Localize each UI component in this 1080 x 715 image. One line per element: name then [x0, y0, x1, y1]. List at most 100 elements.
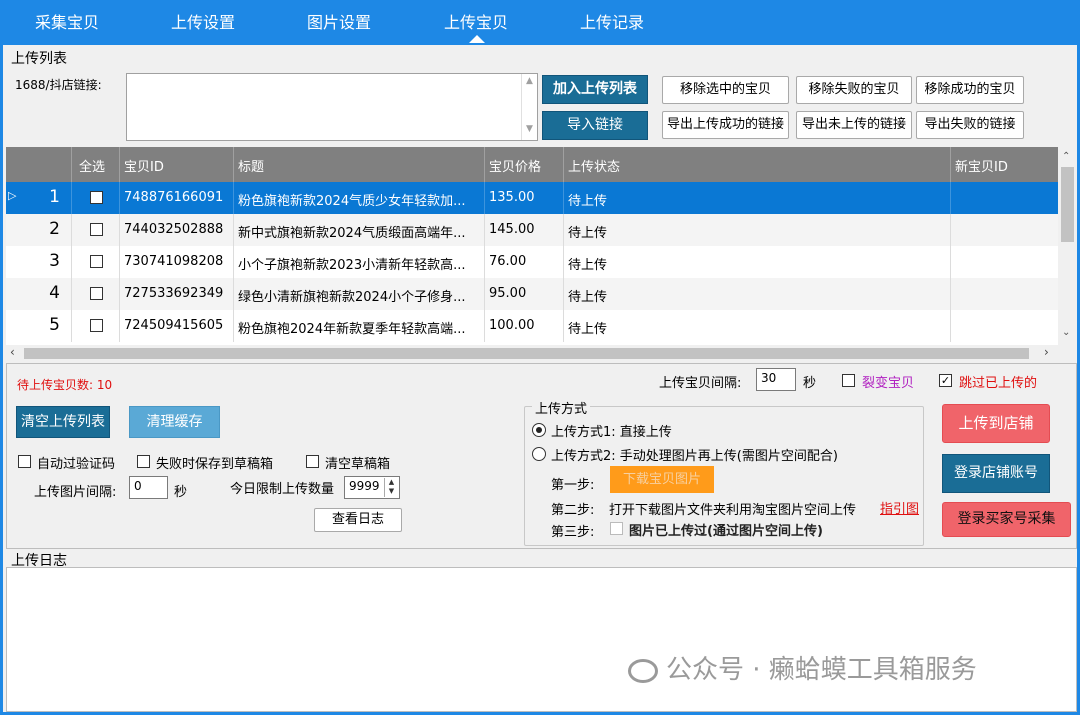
row-checkbox[interactable] [90, 223, 103, 236]
row-status: 待上传 [568, 322, 608, 337]
daily-limit-input[interactable]: 9999 ▲ ▼ [344, 476, 400, 499]
table-vertical-scrollbar[interactable]: ⌃ ⌄ [1058, 147, 1077, 345]
row-checkbox[interactable] [90, 191, 103, 204]
row-price: 76.00 [489, 254, 527, 269]
remove-success-button[interactable]: 移除成功的宝贝 [916, 76, 1024, 104]
col-new-id[interactable]: 新宝贝ID [955, 156, 1008, 175]
tab-image-settings[interactable]: 图片设置 [307, 9, 371, 33]
row-checkbox[interactable] [90, 287, 103, 300]
row-checkbox[interactable] [90, 319, 103, 332]
remove-selected-button[interactable]: 移除选中的宝贝 [662, 76, 789, 104]
row-status: 待上传 [568, 290, 608, 305]
interval-input[interactable]: 30 [756, 368, 796, 391]
scroll-right-icon[interactable]: › [1044, 345, 1049, 359]
table-row[interactable]: 3 730741098208 小个子旗袍新款2023小清新年轻款高... 76.00 待… [6, 246, 1058, 278]
col-status[interactable]: 上传状态 [568, 156, 620, 175]
row-status: 待上传 [568, 258, 608, 273]
step3-checkbox[interactable] [610, 522, 623, 535]
login-buyer-button[interactable]: 登录买家号采集 [942, 502, 1071, 537]
row-price: 135.00 [489, 190, 535, 205]
mode1-label: 上传方式1: 直接上传 [551, 425, 672, 440]
active-tab-indicator [469, 35, 485, 43]
save-draft-checkbox[interactable] [137, 455, 150, 468]
view-log-button[interactable]: 查看日志 [314, 508, 402, 532]
col-select-all[interactable]: 全选 [79, 156, 105, 175]
row-number: 2 [49, 219, 60, 239]
table-row[interactable]: 2 744032502888 新中式旗袍新款2024气质缎面高端年... 145.00… [6, 214, 1058, 246]
table-row[interactable]: ▷ 1 748876166091 粉色旗袍新款2024气质少女年轻款加... 135.0… [6, 182, 1058, 214]
table-horizontal-scrollbar[interactable]: ‹ › [6, 345, 1058, 362]
fission-checkbox[interactable] [842, 374, 855, 387]
row-item-id: 730741098208 [124, 254, 224, 269]
table-row[interactable]: 4 727533692349 绿色小清新旗袍新款2024小个子修身... 95.00 待… [6, 278, 1058, 310]
clear-cache-button[interactable]: 清理缓存 [129, 406, 220, 438]
mode1-radio[interactable] [532, 423, 546, 437]
horizontal-scroll-thumb[interactable] [24, 348, 1029, 359]
tab-upload-items[interactable]: 上传宝贝 [444, 9, 508, 33]
interval-unit: 秒 [803, 376, 817, 391]
fission-label: 裂变宝贝 [862, 376, 915, 391]
tab-collect[interactable]: 采集宝贝 [35, 9, 99, 33]
clear-draft-checkbox[interactable] [306, 455, 319, 468]
row-number: 3 [49, 251, 60, 271]
step3-label: 第三步: [551, 525, 595, 540]
import-links-button[interactable]: 导入链接 [542, 111, 648, 140]
row-title: 粉色旗袍2024年新款夏季年轻款高端... [238, 322, 466, 337]
pending-count: 待上传宝贝数: 10 [17, 378, 113, 392]
step3-text: 图片已上传过(通过图片空间上传) [629, 524, 823, 539]
skip-uploaded-label: 跳过已上传的 [959, 376, 1038, 391]
step2-text: 打开下载图片文件夹利用淘宝图片空间上传 [609, 503, 857, 518]
link-label: 1688/抖店链接: [15, 78, 102, 92]
stepper-icon[interactable]: ▲ ▼ [384, 478, 398, 497]
row-number: 4 [49, 283, 60, 303]
scroll-up-icon[interactable]: ⌃ [1062, 151, 1070, 162]
row-number: 1 [49, 187, 60, 207]
row-checkbox[interactable] [90, 255, 103, 268]
skip-uploaded-checkbox[interactable]: ✓ [939, 374, 952, 387]
scroll-up-icon[interactable]: ▲ [522, 76, 537, 86]
scroll-left-icon[interactable]: ‹ [10, 345, 15, 359]
vertical-scroll-thumb[interactable] [1061, 167, 1074, 242]
settings-panel: 待上传宝贝数: 10 上传宝贝间隔: 30 秒 裂变宝贝 ✓ 跳过已上传的 清空… [6, 363, 1077, 549]
login-store-button[interactable]: 登录店铺账号 [942, 454, 1050, 493]
wechat-icon [628, 658, 658, 683]
step1-label: 第一步: [551, 478, 595, 493]
export-failed-button[interactable]: 导出失败的链接 [916, 111, 1024, 139]
top-nav: 采集宝贝 上传设置 图片设置 上传宝贝 上传记录 [0, 0, 1080, 44]
watermark-text: 公众号 · 癞蛤蟆工具箱服务 [666, 655, 977, 685]
image-interval-unit: 秒 [174, 485, 188, 500]
clear-list-button[interactable]: 清空上传列表 [16, 406, 110, 438]
auto-captcha-label: 自动过验证码 [37, 457, 116, 472]
tab-upload-records[interactable]: 上传记录 [580, 9, 644, 33]
remove-failed-button[interactable]: 移除失败的宝贝 [796, 76, 912, 104]
table-row[interactable]: 5 724509415605 粉色旗袍2024年新款夏季年轻款高端... 100.00… [6, 310, 1058, 342]
row-title: 绿色小清新旗袍新款2024小个子修身... [238, 290, 466, 305]
row-title: 新中式旗袍新款2024气质缎面高端年... [238, 226, 466, 241]
upload-mode-title: 上传方式 [532, 398, 591, 417]
export-not-uploaded-button[interactable]: 导出未上传的链接 [796, 111, 912, 139]
guide-link[interactable]: 指引图 [880, 498, 919, 517]
auto-captcha-checkbox[interactable] [18, 455, 31, 468]
mode2-label: 上传方式2: 手动处理图片再上传(需图片空间配合) [551, 449, 838, 464]
col-item-id[interactable]: 宝贝ID [124, 156, 164, 175]
add-to-list-button[interactable]: 加入上传列表 [542, 75, 648, 104]
export-success-button[interactable]: 导出上传成功的链接 [662, 111, 789, 139]
scroll-down-icon[interactable]: ⌄ [1062, 327, 1070, 338]
mode2-radio[interactable] [532, 447, 546, 461]
image-interval-input[interactable]: 0 [129, 476, 168, 499]
row-price: 145.00 [489, 222, 535, 237]
col-price[interactable]: 宝贝价格 [489, 156, 541, 175]
row-title: 小个子旗袍新款2023小清新年轻款高... [238, 258, 466, 273]
upload-log-area[interactable] [6, 567, 1077, 712]
tab-upload-settings[interactable]: 上传设置 [171, 9, 235, 33]
scroll-down-icon[interactable]: ▼ [522, 124, 537, 134]
col-title[interactable]: 标题 [238, 156, 264, 175]
download-images-button[interactable]: 下载宝贝图片 [610, 466, 714, 493]
link-textarea[interactable]: ▲ ▼ [126, 73, 538, 141]
upload-to-store-button[interactable]: 上传到店铺 [942, 404, 1050, 443]
row-item-id: 727533692349 [124, 286, 224, 301]
step2-label: 第二步: [551, 503, 595, 518]
row-item-id: 744032502888 [124, 222, 224, 237]
textarea-scrollbar[interactable]: ▲ ▼ [521, 74, 537, 140]
table-header: 全选 宝贝ID 标题 宝贝价格 上传状态 新宝贝ID [6, 147, 1058, 182]
